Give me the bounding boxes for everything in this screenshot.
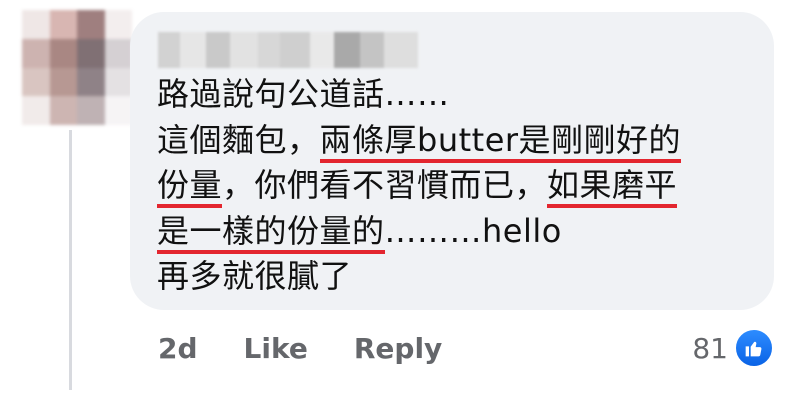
comment-line: 份量，你們看不習慣而已，如果磨平 [157,163,757,209]
reply-button[interactable]: Reply [354,332,442,365]
comment-actions: 2d Like Reply [158,328,442,368]
comment-text: 路過說句公道話…… 這個麵包，兩條厚butter是剛剛好的 份量，你們看不習慣而已，… [157,72,757,300]
comment-text-segment: ………hello [384,211,562,250]
reaction-count: 81 [692,331,728,365]
underlined-text: 是一樣的份量的 [157,211,385,254]
underlined-text: 兩條厚butter是剛剛好的 [319,120,682,163]
underlined-text: 如果磨平 [547,166,678,208]
avatar[interactable] [22,10,132,125]
comment-line: 再多就很膩了 [157,254,757,300]
comment-text-segment: 路過說句公道話…… [157,75,450,113]
comment-screenshot: 路過說句公道話…… 這個麵包，兩條厚butter是剛剛好的 份量，你們看不習慣而已，… [0,0,800,415]
comment-line: 路過說句公道話…… [157,72,757,118]
thumbs-up-icon [734,328,774,368]
comment-timestamp[interactable]: 2d [158,332,198,365]
reaction-summary[interactable]: 81 [692,328,774,368]
thread-line [69,130,72,390]
comment-line: 這個麵包，兩條厚butter是剛剛好的 [157,118,757,164]
like-button[interactable]: Like [244,332,308,365]
comment-text-segment: ，你們看不習慣而已， [222,166,548,204]
author-name-redacted[interactable] [158,32,418,68]
comment-line: 是一樣的份量的………hello [157,209,757,255]
comment-text-segment: 再多就很膩了 [157,257,353,295]
underlined-text: 份量 [157,166,223,208]
comment-text-segment: 這個麵包， [157,120,320,159]
